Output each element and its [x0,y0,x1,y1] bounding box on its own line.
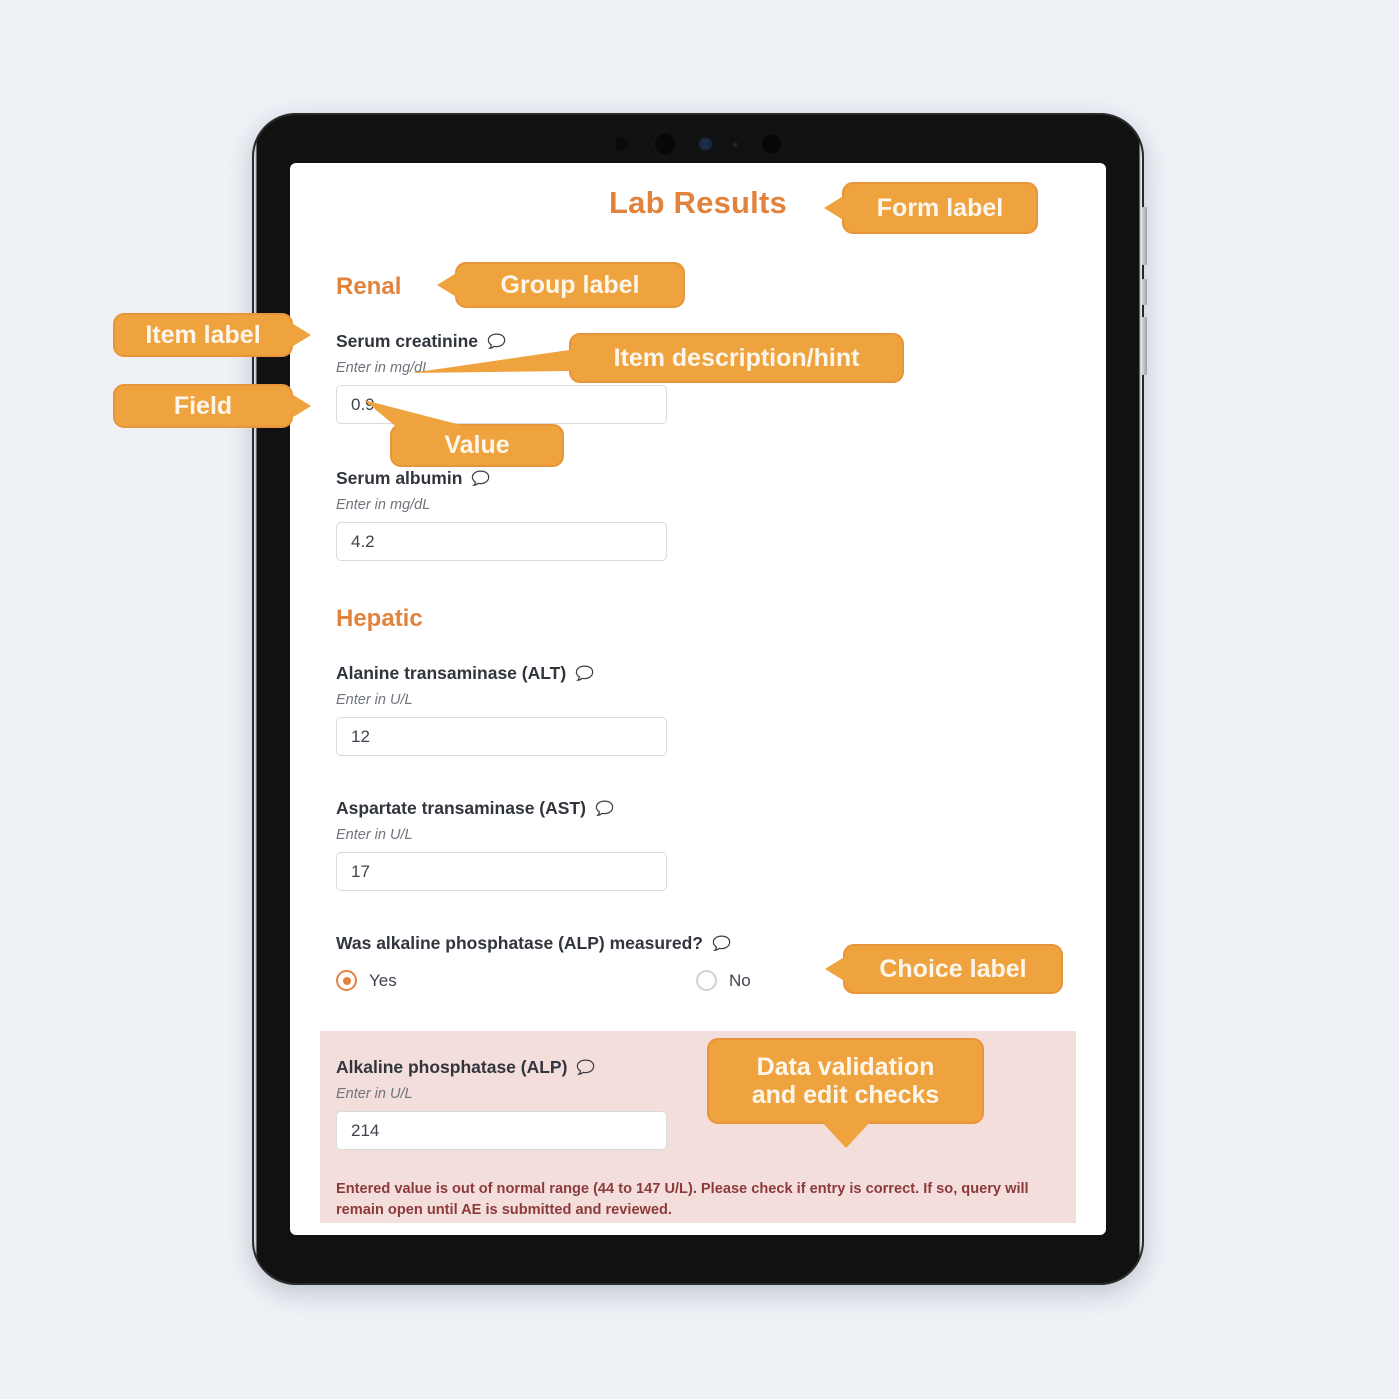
item-hint: Enter in mg/dL [336,497,431,513]
mic-dot-icon [732,141,738,147]
callout-field: Field [113,384,311,428]
group-label-hepatic: Hepatic [336,605,423,632]
comment-bubble-icon[interactable] [471,470,490,487]
callout-data-validation: Data validation and edit checks [707,1038,984,1148]
field-value: 17 [351,861,370,881]
callout-pointer [411,349,576,373]
field-ast[interactable]: 17 [336,852,667,891]
callout-text: Choice label [879,954,1027,983]
radio-label: No [729,970,751,990]
validation-error-message: Entered value is out of normal range (44… [336,1181,1029,1219]
callout-group-label: Group label [437,262,685,308]
item-hint: Enter in U/L [336,692,413,708]
radio-label: Yes [369,970,397,990]
field-value: 214 [351,1120,380,1140]
radio-unselected-icon [696,970,717,991]
form-item-alt: Alanine transaminase (ALT) Enter in U/L … [336,663,1036,756]
item-label-text: Was alkaline phosphatase (ALP) measured? [336,933,703,953]
item-label-text: Aspartate transaminase (AST) [336,798,586,818]
callout-text: Form label [876,193,1004,222]
callout-value: Value [364,400,564,467]
callout-item-label: Item label [113,313,311,357]
callout-text: Group label [500,270,640,299]
screenshot-root: Lab Results Renal Serum creatinine Enter… [0,0,1399,1399]
callout-text: Field [173,391,233,420]
camera-lens-icon [652,131,679,157]
callout-text: Item description/hint [613,343,860,372]
group-label-renal: Renal [336,273,402,300]
callout-form-label: Form label [824,182,1038,234]
radio-group-alp-measured: Yes No [336,970,806,991]
callout-text: Data validation and edit checks [751,1052,940,1110]
field-serum-albumin[interactable]: 4.2 [336,522,667,561]
callout-choice-label: Choice label [825,944,1063,994]
item-label-text: Alkaline phosphatase (ALP) [336,1057,568,1077]
volume-down-button[interactable] [1142,279,1147,305]
sensor-dot-icon [612,135,631,153]
item-hint: Enter in U/L [336,827,413,843]
comment-bubble-icon[interactable] [576,1059,595,1076]
item-label: Alanine transaminase (ALT) [336,663,1036,684]
comment-bubble-icon[interactable] [595,800,614,817]
callout-text: Value [444,431,510,460]
field-alt[interactable]: 12 [336,717,667,756]
field-value: 4.2 [351,531,375,551]
item-label: Serum albumin [336,468,1036,489]
item-label-text: Serum albumin [336,468,463,488]
tablet-device: Lab Results Renal Serum creatinine Enter… [252,113,1147,1285]
comment-bubble-icon[interactable] [487,333,506,350]
power-button[interactable] [1142,317,1147,375]
comment-bubble-icon[interactable] [575,665,594,682]
flash-sensor-icon [700,139,711,149]
camera-lens-icon [759,132,784,156]
camera-cluster [612,131,784,157]
radio-option-yes[interactable]: Yes [336,970,696,991]
field-value: 12 [351,726,370,746]
item-label: Aspartate transaminase (AST) [336,798,1036,819]
comment-bubble-icon[interactable] [712,935,731,952]
field-alp[interactable]: 214 [336,1111,667,1150]
volume-up-button[interactable] [1142,207,1147,265]
form-item-ast: Aspartate transaminase (AST) Enter in U/… [336,798,1036,891]
item-label-text: Alanine transaminase (ALT) [336,663,567,683]
callout-item-hint: Item description/hint [411,333,904,383]
radio-selected-icon [336,970,357,991]
callout-text: Item label [145,320,261,349]
callout-pointer [364,400,480,430]
form-item-serum-albumin: Serum albumin Enter in mg/dL 4.2 [336,468,1036,561]
radio-option-no[interactable]: No [696,970,751,991]
